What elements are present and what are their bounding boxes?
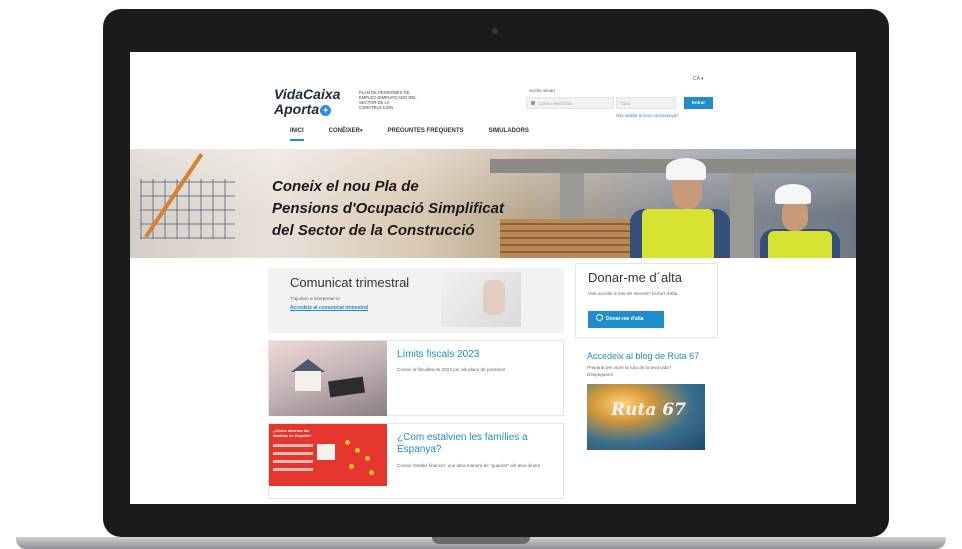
banner-line2: Pensions d'Ocupació Simplificat (272, 200, 504, 217)
families-title[interactable]: ¿Com estalvien les famílies a Espanya? (397, 432, 557, 456)
user-input[interactable]: Correu electrònic (526, 97, 614, 109)
coin-icon (349, 464, 354, 469)
comunicat-link[interactable]: Accedeix al comunicat trimestral (290, 305, 368, 311)
signup-button[interactable]: Donar-me d'alta (588, 311, 664, 328)
families-text: Coneix l'estalvi financer: una altra man… (397, 463, 541, 468)
infographic-row (273, 452, 313, 455)
coin-icon (355, 448, 360, 453)
blog-title[interactable]: Accedeix al blog de Ruta 67 (587, 350, 699, 362)
comunicat-card[interactable]: Comunicat trimestral T'ajudem a interpre… (268, 268, 564, 333)
nav-item-inici[interactable]: INICI (290, 128, 304, 141)
coin-icon (365, 456, 370, 461)
signup-card: Donar-me d´alta Vols accedir a tots els … (575, 263, 718, 338)
language-selector[interactable]: CA ▾ (693, 76, 704, 82)
nav-item-coneixer[interactable]: CONÈIXER▾ (329, 128, 363, 141)
comunicat-photo (441, 272, 521, 327)
comunicat-subtitle: T'ajudem a interpretar-lo (290, 296, 340, 301)
signup-title: Donar-me d´alta (588, 270, 682, 285)
password-placeholder: Clau (621, 101, 631, 106)
password-input[interactable]: Clau (616, 97, 676, 109)
webcam-icon (492, 28, 498, 34)
limits-text: Coneix la fiscalitat de 2023 per als pla… (397, 367, 506, 372)
chevron-down-icon: ▾ (360, 128, 363, 134)
logo-line2: Aporta (274, 101, 320, 117)
limits-title[interactable]: Límits fiscals 2023 (397, 349, 479, 361)
user-placeholder: Correu electrònic (538, 101, 573, 106)
blog-text: Preparat per viure la ruta de la teva vi… (587, 365, 672, 377)
families-card[interactable]: ¿Cómo ahorran las familias en España? ¿C… (268, 423, 564, 499)
vidacaixa-logo[interactable]: VidaCaixa Aporta + (274, 87, 340, 117)
nav-label: PREGUNTES FREQÜENTS (387, 128, 464, 134)
person-image (483, 280, 505, 315)
nav-item-simuladors[interactable]: SIMULADORS (489, 128, 529, 141)
infographic-title: ¿Cómo ahorran las familias en España? (273, 428, 312, 438)
laptop-notch (432, 537, 530, 544)
banner-headline: Coneix el nou Pla de Pensions d'Ocupació… (272, 176, 504, 242)
lock-icon (531, 101, 535, 105)
enter-button[interactable]: Entrar (684, 97, 713, 109)
house-icon (317, 444, 335, 460)
infographic-row (273, 460, 313, 463)
nav-label: INICI (290, 128, 304, 134)
main-nav: INICI CONÈIXER▾ PREGUNTES FREQÜENTS SIMU… (290, 128, 554, 141)
scaffold-image (140, 179, 235, 239)
plus-icon: + (320, 105, 332, 116)
nav-item-preguntes[interactable]: PREGUNTES FREQÜENTS (388, 128, 464, 141)
infographic-row (273, 468, 313, 471)
infographic-row (273, 444, 313, 447)
families-infographic: ¿Cómo ahorran las familias en España? (269, 424, 387, 486)
ruta67-logo: Ruta 67 (611, 400, 686, 420)
calculator-image (328, 376, 365, 398)
banner-line1: Coneix el nou Pla de (272, 178, 419, 195)
timber-image (500, 219, 640, 258)
comunicat-title: Comunicat trimestral (290, 275, 410, 290)
limits-card[interactable]: Límits fiscals 2023 Coneix la fiscalitat… (268, 340, 564, 416)
pillar-image (730, 173, 754, 258)
nav-label: CONÈIXER (328, 128, 361, 134)
banner-line3: del Sector de la Construcció (272, 222, 475, 239)
login-label: Accés usuari (529, 88, 555, 93)
house-image (295, 371, 321, 391)
logo-description: PLAN DE PENSIONES DE EMPLEO SIMPLIFICADO… (359, 90, 417, 110)
signup-text: Vols accedir a tots els serveis? Dona't … (588, 291, 678, 296)
browser-screen: VidaCaixa Aporta + PLAN DE PENSIONES DE E… (130, 52, 856, 504)
nav-label: SIMULADORS (488, 128, 529, 134)
logo-line1: VidaCaixa (274, 86, 341, 102)
forgot-password-link[interactable]: Has oblidat la teva contrasenya? (616, 113, 678, 118)
coin-icon (345, 440, 350, 445)
blog-card[interactable]: Accedeix al blog de Ruta 67 Preparat per… (575, 348, 718, 458)
coin-icon (369, 470, 374, 475)
limits-photo (269, 341, 387, 416)
